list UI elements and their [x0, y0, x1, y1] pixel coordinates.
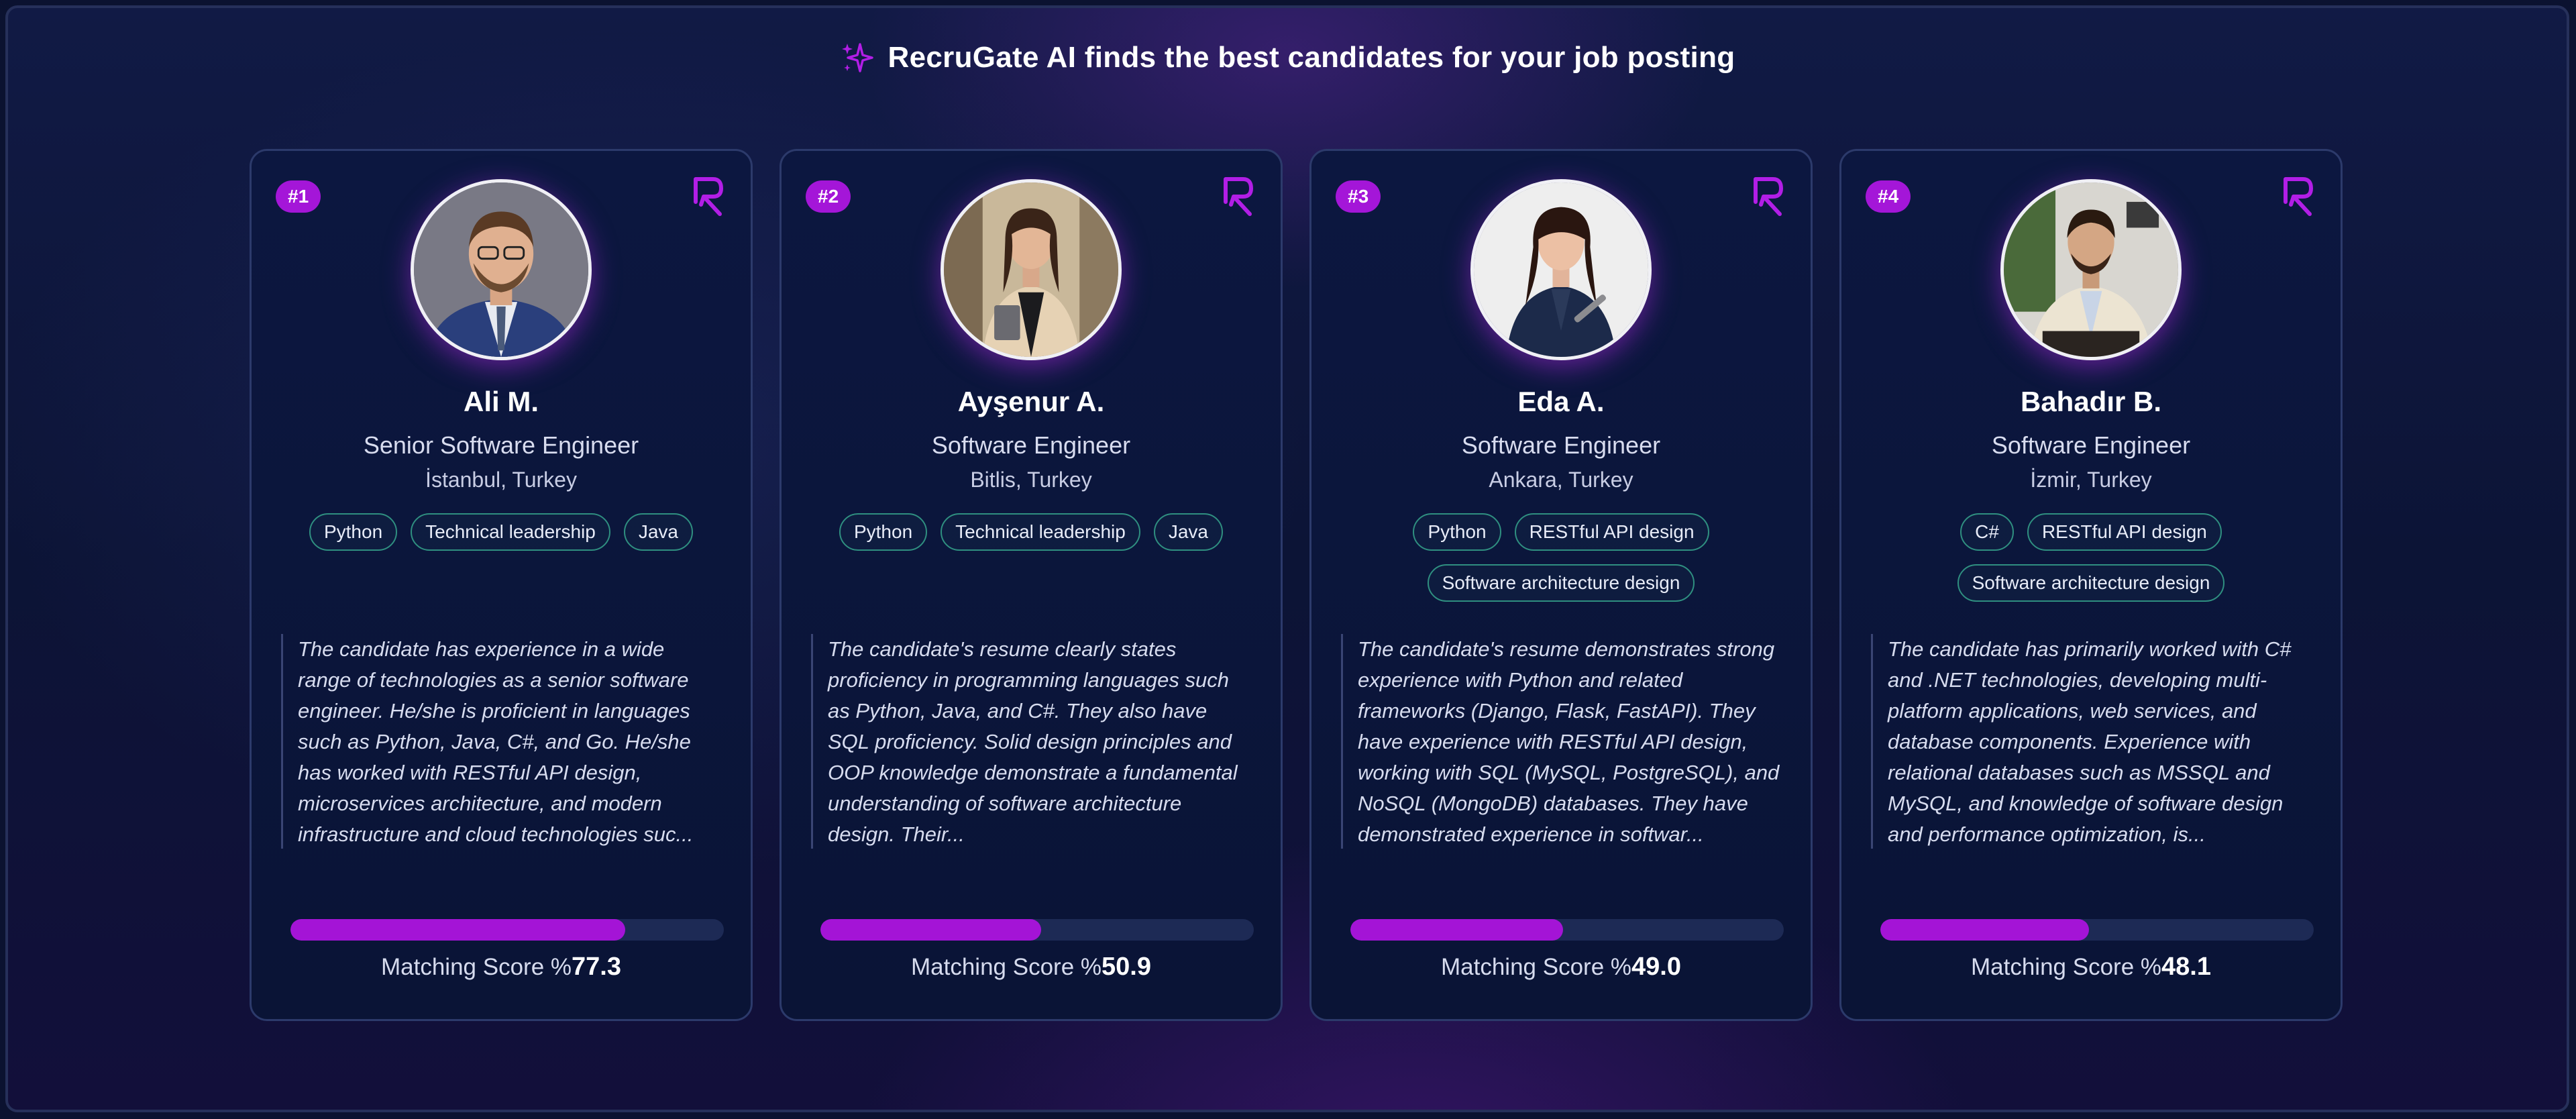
- avatar-photo: [1474, 182, 1648, 357]
- candidate-name: Ali M.: [464, 386, 539, 417]
- recrugate-logo-icon: [2284, 177, 2313, 216]
- candidate-location: Bitlis, Turkey: [970, 468, 1092, 492]
- candidate-title: Senior Software Engineer: [363, 431, 639, 459]
- candidate-summary: The candidate's resume demonstrates stro…: [1341, 634, 1781, 849]
- skill-tag: Software architecture design: [1957, 564, 2225, 602]
- candidate-title: Software Engineer: [931, 431, 1131, 459]
- recrugate-logo-icon: [1224, 177, 1253, 216]
- skill-tags: Python Technical leadership Java: [808, 513, 1254, 551]
- score-label: Matching Score %: [1971, 954, 2162, 980]
- page-header: RecruGate AI finds the best candidates f…: [8, 40, 2567, 75]
- score-progress-bar: [290, 919, 724, 941]
- candidate-name: Bahadır B.: [2020, 386, 2162, 417]
- rank-badge: #4: [1866, 180, 1911, 213]
- skill-tag: Java: [623, 513, 694, 551]
- avatar: [2000, 179, 2182, 360]
- candidate-card[interactable]: #4 Bahadır B. Software Engineer İzmir, T…: [1839, 149, 2343, 1021]
- skill-tag: Java: [1153, 513, 1224, 551]
- candidate-summary: The candidate has primarily worked with …: [1871, 634, 2311, 849]
- rank-badge: #1: [276, 180, 321, 213]
- matching-score: Matching Score %48.1: [1841, 953, 2341, 981]
- skill-tag: Python: [309, 513, 398, 551]
- score-value: 50.9: [1102, 953, 1151, 981]
- candidate-location: İstanbul, Turkey: [425, 468, 577, 492]
- skill-tags: Python RESTful API design Software archi…: [1338, 513, 1784, 602]
- rank-badge: #2: [806, 180, 851, 213]
- candidate-title: Software Engineer: [1461, 431, 1661, 459]
- score-progress-fill: [1880, 919, 2089, 941]
- skill-tags: Python Technical leadership Java: [278, 513, 724, 551]
- score-label: Matching Score %: [381, 954, 572, 980]
- skill-tags: C# RESTful API design Software architect…: [1868, 513, 2314, 602]
- app-frame: RecruGate AI finds the best candidates f…: [5, 5, 2569, 1112]
- skill-tag: Technical leadership: [941, 513, 1140, 551]
- score-value: 77.3: [572, 953, 621, 981]
- page-title: RecruGate AI finds the best candidates f…: [888, 41, 1735, 74]
- matching-score: Matching Score %77.3: [252, 953, 751, 981]
- score-progress-fill: [290, 919, 626, 941]
- candidate-location: İzmir, Turkey: [2030, 468, 2152, 492]
- skill-tag: Technical leadership: [411, 513, 610, 551]
- rank-badge: #3: [1336, 180, 1381, 213]
- candidate-summary: The candidate's resume clearly states pr…: [811, 634, 1251, 849]
- avatar-photo: [2004, 182, 2178, 357]
- candidate-card[interactable]: #2 Ayşenur A. Software Engineer Bitlis, …: [780, 149, 1283, 1021]
- recrugate-logo-icon: [694, 177, 723, 216]
- matching-score: Matching Score %50.9: [782, 953, 1281, 981]
- skill-tag: RESTful API design: [2027, 513, 2222, 551]
- score-progress-bar: [1880, 919, 2314, 941]
- score-label: Matching Score %: [911, 954, 1102, 980]
- skill-tag: Python: [839, 513, 928, 551]
- candidate-cards: #1 Ali M. Senior Software Engineer İstan…: [250, 149, 2343, 1021]
- skill-tag: Python: [1413, 513, 1501, 551]
- candidate-name: Ayşenur A.: [957, 386, 1105, 417]
- recrugate-logo-icon: [1754, 177, 1783, 216]
- candidate-card[interactable]: #1 Ali M. Senior Software Engineer İstan…: [250, 149, 753, 1021]
- candidate-name: Eda A.: [1517, 386, 1605, 417]
- avatar: [1470, 179, 1652, 360]
- skill-tag: Software architecture design: [1427, 564, 1695, 602]
- score-label: Matching Score %: [1441, 954, 1632, 980]
- candidate-title: Software Engineer: [1991, 431, 2191, 459]
- sparkle-icon: [841, 43, 873, 72]
- score-progress-fill: [1350, 919, 1563, 941]
- avatar-photo: [944, 182, 1118, 357]
- score-progress-fill: [820, 919, 1041, 941]
- candidate-summary: The candidate has experience in a wide r…: [281, 634, 721, 849]
- avatar: [411, 179, 592, 360]
- avatar-photo: [414, 182, 588, 357]
- avatar: [941, 179, 1122, 360]
- score-value: 48.1: [2161, 953, 2211, 981]
- skill-tag: RESTful API design: [1514, 513, 1709, 551]
- score-progress-bar: [1350, 919, 1784, 941]
- candidate-card[interactable]: #3 Eda A. Software Engineer Ankara, Turk…: [1309, 149, 1813, 1021]
- candidate-location: Ankara, Turkey: [1489, 468, 1633, 492]
- score-progress-bar: [820, 919, 1254, 941]
- skill-tag: C#: [1960, 513, 2014, 551]
- matching-score: Matching Score %49.0: [1311, 953, 1811, 981]
- score-value: 49.0: [1631, 953, 1681, 981]
